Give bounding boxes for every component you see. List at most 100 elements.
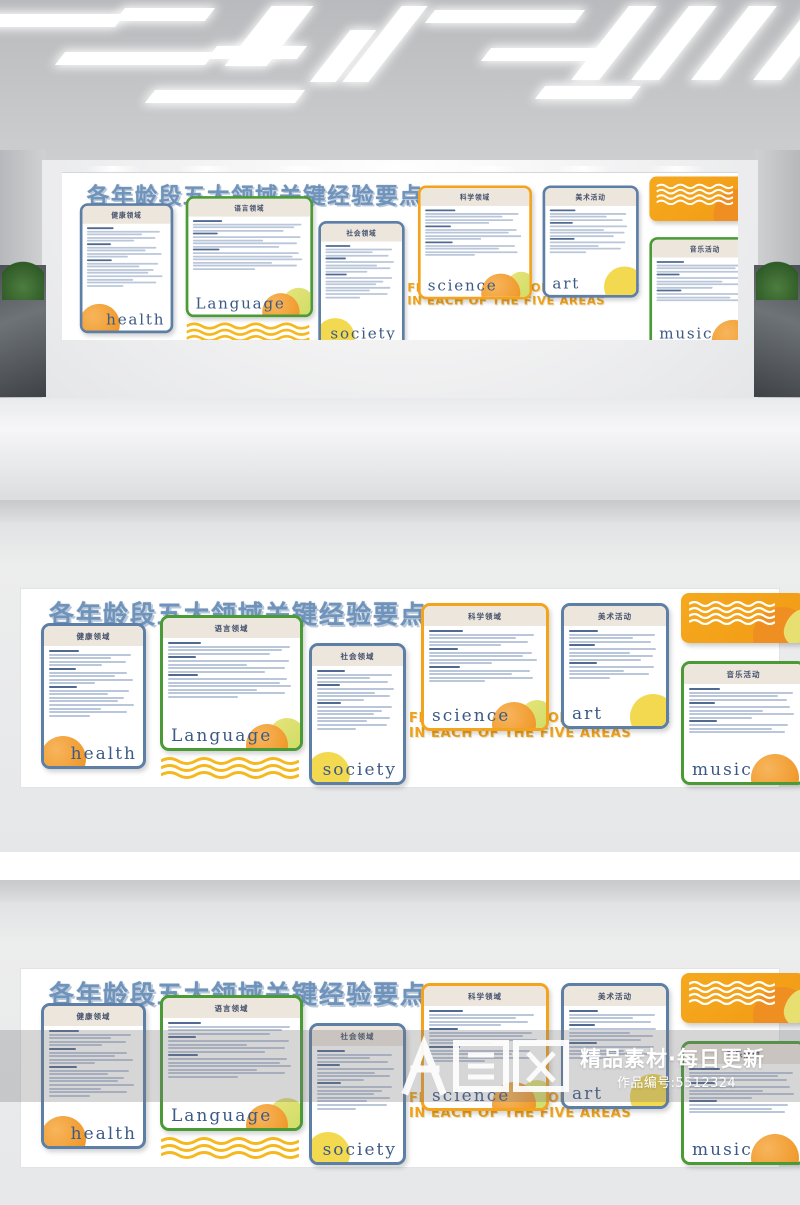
panel-header: 音乐活动 <box>684 664 800 684</box>
panel-word-en: music <box>692 760 753 780</box>
banner-wave-icon <box>689 981 775 1005</box>
panel-header-label: 音乐活动 <box>726 669 761 679</box>
panel-word-en: music <box>692 1140 753 1160</box>
orange-wave-banner[interactable] <box>681 973 800 1023</box>
panel-header-label: 美术活动 <box>575 193 606 202</box>
blob-decoration <box>751 754 799 782</box>
panel-language[interactable]: 语言领域 Language <box>160 615 303 751</box>
panel-word-en: science <box>427 277 498 295</box>
panel-header: 美术活动 <box>564 606 666 626</box>
panel-header-label: 音乐活动 <box>689 244 721 253</box>
panel-society[interactable]: 社会领域 society <box>318 221 405 340</box>
panel-music[interactable]: 音乐活动 music <box>649 237 738 340</box>
panel-header-label: 科学领域 <box>468 611 502 621</box>
blob-decoration <box>630 694 666 726</box>
panel-word-en: health <box>70 744 137 764</box>
panel-health[interactable]: 健康领域 health <box>41 623 146 769</box>
separator-band <box>0 500 800 522</box>
panel-header: 科学领域 <box>424 606 546 626</box>
panel-body <box>652 258 738 307</box>
panel-header: 语言领域 <box>163 618 300 638</box>
blob-decoration <box>751 1134 799 1162</box>
panel-header: 健康领域 <box>44 1006 143 1026</box>
watermark-code: 作品编号:5512324 <box>617 1076 737 1091</box>
panel-header-label: 美术活动 <box>598 991 632 1001</box>
panel-body <box>684 684 800 739</box>
plant-right-icon <box>756 258 798 300</box>
panel-header: 健康领域 <box>82 205 171 224</box>
page-root: 各年龄段五大领域关键经验要点 FIVE KEY POINTS OF EXPERI… <box>0 0 800 1205</box>
separator-band <box>0 880 800 902</box>
panel-body <box>545 206 636 258</box>
wall-board-mounted: 各年龄段五大领域关键经验要点 FIVE KEY POINTS OF EXPERI… <box>62 172 738 340</box>
panel-word-en: health <box>70 1124 137 1144</box>
panel-header: 健康领域 <box>44 626 143 646</box>
panel-word-en: society <box>322 1140 397 1160</box>
panel-body <box>312 666 403 735</box>
blob-decoration <box>604 266 637 295</box>
panel-body <box>321 242 402 303</box>
panel-language[interactable]: 语言领域 Language <box>185 196 313 318</box>
panel-health[interactable]: 健康领域 health <box>79 203 174 334</box>
artwork-canvas-room: 各年龄段五大领域关键经验要点 FIVE KEY POINTS OF EXPERI… <box>62 173 738 340</box>
blob-decoration <box>711 319 738 340</box>
panel-word-en: art <box>552 275 581 294</box>
panel-header: 社会领域 <box>312 646 403 666</box>
panel-music[interactable]: 音乐活动 music <box>681 661 800 785</box>
panel-header-label: 语言领域 <box>214 1003 249 1013</box>
panel-header-label: 美术活动 <box>598 611 632 621</box>
orange-wave-strip <box>161 757 299 779</box>
panel-header-label: 健康领域 <box>76 1011 111 1021</box>
banner-wave-icon <box>689 601 775 625</box>
panel-body <box>163 638 300 704</box>
panel-science[interactable]: 科学领域 science <box>421 603 549 731</box>
orange-wave-banner[interactable] <box>681 593 800 643</box>
panel-word-en: health <box>106 310 166 329</box>
panel-art[interactable]: 美术活动 art <box>542 185 639 298</box>
panel-word-en: society <box>322 760 397 780</box>
panel-word-en: science <box>432 706 511 726</box>
panel-header: 音乐活动 <box>652 239 738 258</box>
panel-header-label: 社会领域 <box>340 651 375 661</box>
panel-header-label: 健康领域 <box>111 210 142 219</box>
panel-body <box>424 626 546 688</box>
panel-header-label: 健康领域 <box>76 631 111 641</box>
flat-board-section-1: 各年龄段五大领域关键经验要点 FIVE KEY POINTS OF EXPERI… <box>0 500 800 852</box>
panel-body <box>82 224 170 292</box>
panel-header: 语言领域 <box>163 998 300 1018</box>
panel-word-en: art <box>572 704 604 724</box>
panel-word-en: Language <box>171 726 273 746</box>
orange-wave-strip <box>161 1137 299 1159</box>
panel-header: 科学领域 <box>420 188 530 206</box>
panel-word-en: music <box>659 325 714 340</box>
panel-header: 美术活动 <box>564 986 666 1006</box>
panel-header-label: 科学领域 <box>468 991 502 1001</box>
ceiling <box>0 0 800 176</box>
panel-word-en: Language <box>195 294 286 313</box>
panel-header-label: 科学领域 <box>459 193 491 202</box>
panel-body <box>188 217 310 275</box>
panel-word-en: society <box>330 325 397 340</box>
panel-body <box>44 646 143 722</box>
watermark-logo-icon <box>401 1035 569 1096</box>
floor <box>0 398 800 500</box>
panel-society[interactable]: 社会领域 society <box>309 643 406 785</box>
panel-header-label: 语言领域 <box>214 623 249 633</box>
panel-header: 社会领域 <box>320 223 402 242</box>
orange-wave-strip <box>186 322 310 340</box>
room-mockup-section: 各年龄段五大领域关键经验要点 FIVE KEY POINTS OF EXPERI… <box>0 0 800 500</box>
panel-header-label: 社会领域 <box>346 228 377 237</box>
panel-science[interactable]: 科学领域 science <box>418 185 532 300</box>
panel-body <box>564 626 666 684</box>
panel-header: 语言领域 <box>188 198 311 217</box>
panel-header-label: 语言领域 <box>234 203 265 212</box>
banner-wave-icon <box>656 183 734 206</box>
panel-body <box>421 206 530 261</box>
panel-art[interactable]: 美术活动 art <box>561 603 669 729</box>
artwork-canvas-1: 各年龄段五大领域关键经验要点 FIVE KEY POINTS OF EXPERI… <box>21 589 800 789</box>
artwork-board-1: 各年龄段五大领域关键经验要点 FIVE KEY POINTS OF EXPERI… <box>20 588 800 789</box>
orange-wave-banner[interactable] <box>649 176 738 222</box>
plant-left-icon <box>2 258 44 300</box>
panel-word-en: Language <box>171 1106 273 1126</box>
panel-header: 科学领域 <box>424 986 546 1006</box>
